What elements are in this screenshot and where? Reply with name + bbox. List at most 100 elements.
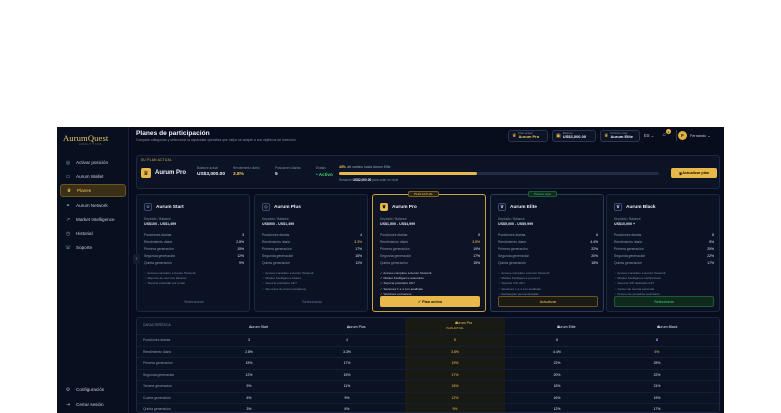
column-header: CARACTERÍSTICA	[143, 323, 171, 327]
wallet-icon: ▣	[556, 133, 561, 139]
table-cell: 9%	[246, 384, 252, 388]
stat-label: Quinta generación	[614, 261, 642, 265]
row-label: Tercera generación	[143, 384, 173, 388]
plan-stat-row: Rendimiento diario 5%	[614, 240, 714, 244]
table-cell: 5	[454, 338, 456, 342]
deposit-range: US$500 - US$1,499	[262, 222, 295, 226]
stat-value: 17%	[473, 254, 480, 258]
deposit-range: US$100 - US$1,499	[144, 222, 177, 226]
table-row: Posiciones diarias 3 4 5 6 8	[137, 334, 719, 346]
stat-value: 4	[360, 233, 362, 237]
activate-icon: ◎	[65, 159, 71, 166]
plan-badge: PLAN ACTUAL	[408, 191, 439, 197]
avatar[interactable]: F	[678, 131, 687, 140]
plan-stat-row: Primera generación 17%	[262, 247, 362, 251]
sidebar: AurumQuest ANALYTICS ◎ Activar posición …	[57, 127, 129, 413]
plan-card-aurum-pro[interactable]: PLAN ACTUAL ♛ Aurum Pro Depósito / Balance U…	[372, 191, 486, 312]
stat-value: 4.4%	[590, 240, 598, 244]
stat-label: Rendimiento diario	[262, 240, 291, 244]
current-plan-tag: PLAN ACTUAL	[446, 327, 464, 330]
notification-badge: 3	[666, 129, 671, 134]
table-cell: 5%	[654, 349, 660, 354]
feature-item: Acceso completo a Aurum Network	[262, 271, 313, 275]
stat-label: Primera generación	[614, 247, 644, 251]
black-crown-icon: ♛	[614, 203, 622, 211]
row-label: Primera generación	[143, 361, 173, 365]
sidebar-item-activar[interactable]: ◎ Activar posición	[60, 156, 126, 169]
feature-item: Acceso completo a Aurum Network	[380, 271, 431, 275]
sidebar-item-market[interactable]: ↗ Market Intelligence	[60, 213, 126, 226]
progress-track	[339, 172, 659, 175]
carousel-prev-icon[interactable]: ‹	[133, 254, 140, 264]
stat-value: 20%	[591, 254, 598, 258]
plan-action-button[interactable]: ✓ Plan activo	[380, 296, 480, 307]
positions-label: Posiciones diarias	[275, 166, 301, 170]
plan-card-aurum-elite[interactable]: Próximo nivel ♛ Aurum Elite Depósito / Bala…	[490, 191, 604, 312]
current-plan-panel: SU PLAN ACTUAL ♛ Aurum Pro Balance actua…	[136, 155, 720, 189]
comparison-table: CARACTERÍSTICA ☆ Aurum Start ◇ Aurum Plus ♛…	[136, 317, 720, 413]
plan-header: ♛ Aurum Pro	[380, 203, 417, 211]
stat-label: Segunda generación	[262, 254, 294, 258]
table-cell: 15%	[343, 372, 351, 377]
next-level-pill[interactable]: ♛ Próximo nivel Aurum Elite	[600, 130, 640, 142]
stat-label: Posiciones diarias	[498, 233, 526, 237]
sidebar-item-historial[interactable]: ◷ Historial	[60, 227, 126, 240]
feature-item: Soporte estándar por email	[144, 281, 184, 285]
feature-item: Reporte de retornos básicos	[144, 276, 186, 280]
sidebar-item-planes[interactable]: ♛ Planes	[60, 184, 126, 197]
plan-action-button[interactable]: Seleccionar	[262, 296, 362, 307]
plan-stat-row: Primera generación 22%	[498, 247, 598, 251]
stat-value: 18%	[591, 261, 598, 265]
table-cell: 16%	[553, 395, 561, 400]
plan-stat-row: Posiciones diarias 6	[498, 233, 598, 237]
crown-icon: ♛	[498, 203, 506, 211]
sidebar-item-label: Cerrar sesión	[76, 402, 104, 407]
plan-action-button[interactable]: Actualizar	[498, 296, 598, 307]
crown-icon: ♛	[380, 203, 388, 211]
sidebar-item-network[interactable]: ⚭ Aurum Network	[60, 199, 126, 212]
user-name[interactable]: Fernando ⌄	[690, 133, 711, 138]
current-plan-pill[interactable]: ♛ Plan actual Aurum Pro	[508, 130, 548, 142]
crown-icon: ♛	[66, 187, 72, 194]
row-label: Cuarta generación	[143, 395, 171, 400]
stat-label: Posiciones diarias	[262, 233, 290, 237]
sidebar-item-soporte[interactable]: ☏ Soporte	[60, 241, 126, 254]
sidebar-item-wallet[interactable]: ▭ Aurum Wallet	[60, 170, 126, 183]
deposit-range: US$10,000 +	[614, 222, 636, 226]
plan-card-aurum-plus[interactable]: ◇ Aurum Plus Depósito / Balance US$500 - US…	[254, 194, 368, 312]
deposit-label: Depósito / Balance	[380, 217, 407, 221]
table-cell: 19%	[451, 361, 459, 365]
stat-label: Segunda generación	[614, 254, 646, 258]
table-cell: 12%	[553, 407, 561, 411]
stat-value: 3.3%	[354, 240, 362, 244]
deposit-range: US$1,500 - US$4,999	[380, 222, 416, 226]
plan-name: Aurum Elite	[510, 204, 537, 210]
plan-stat-row: Rendimiento diario 3.3%	[262, 240, 362, 244]
feature-item: Sesiones 1 a 1 con analistas	[380, 287, 422, 291]
table-header-row: CARACTERÍSTICA ☆ Aurum Start ◇ Aurum Plus ♛…	[143, 321, 678, 330]
row-label: Rendimiento diario	[143, 349, 172, 354]
plan-stat-row: Primera generación 15%	[144, 247, 244, 251]
feature-item: Soporte VIP 24/7	[498, 281, 525, 285]
sidebar-item-config[interactable]: ⚙ Configuración	[60, 383, 126, 396]
plan-action-button[interactable]: Seleccionar	[614, 296, 714, 307]
table-row: Quinta generación 3% 6% 9% 12% 17%	[137, 403, 719, 412]
upgrade-plan-button[interactable]: ♛ Actualizar plan	[671, 168, 717, 178]
table-cell: 6	[556, 338, 558, 342]
balance-pill[interactable]: ▣ Balance US$3,000.00	[552, 130, 596, 142]
row-label: Posiciones diarias	[143, 338, 171, 342]
feature-item: Market Intelligence básico	[262, 276, 301, 280]
sidebar-item-logout[interactable]: ⇥ Cerrar sesión	[60, 398, 126, 411]
language-selector[interactable]: ES ⌄	[644, 133, 654, 138]
table-cell: 25%	[653, 361, 661, 365]
plan-card-aurum-black[interactable]: ♛ Aurum Black Depósito / Balance US$10,000 …	[606, 194, 720, 312]
plan-stat-row: Primera generación 19%	[380, 247, 480, 251]
diamond-icon: ◇	[262, 203, 270, 211]
stat-value: 19%	[473, 247, 480, 251]
divider	[676, 130, 677, 141]
plan-stat-row: Posiciones diarias 8	[614, 233, 714, 237]
stat-value: 8	[712, 233, 714, 237]
wallet-icon: ▭	[65, 173, 71, 180]
plan-card-aurum-start[interactable]: ☆ Aurum Start Depósito / Balance US$100 - U…	[136, 194, 250, 312]
plan-action-button[interactable]: Seleccionar	[144, 296, 244, 307]
